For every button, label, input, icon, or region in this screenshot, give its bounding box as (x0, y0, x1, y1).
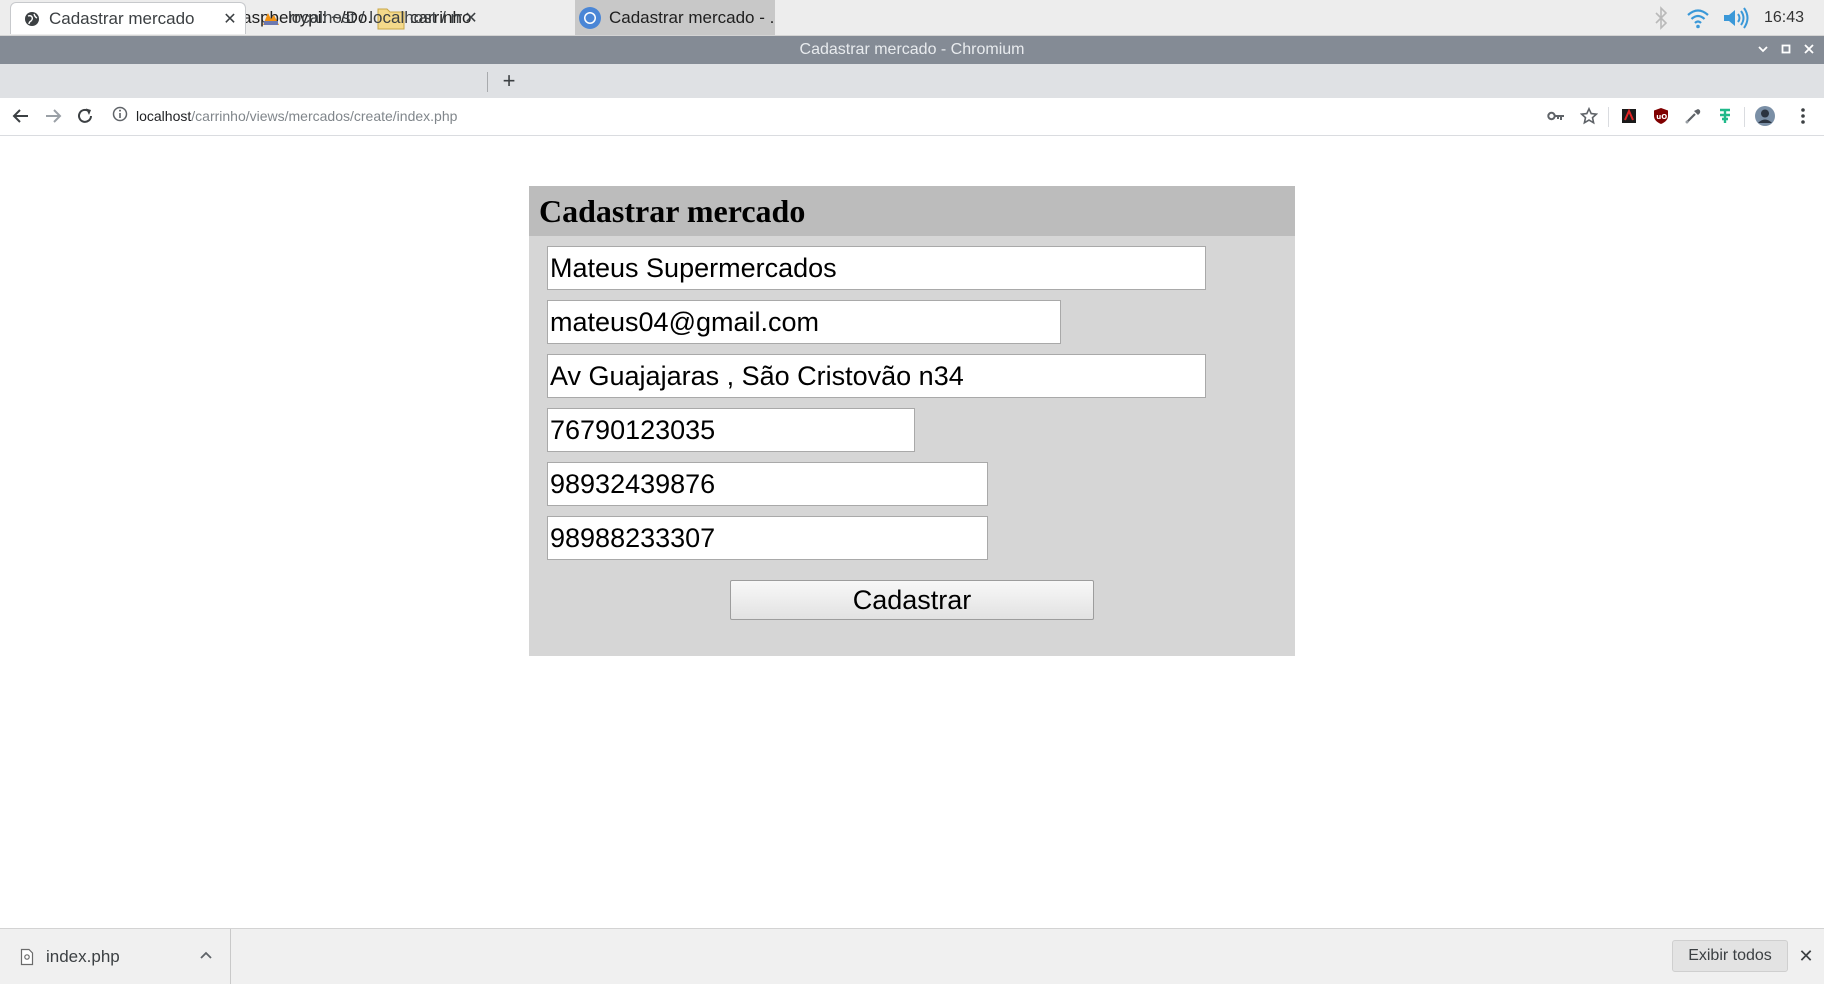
market-form-card: Cadastrar mercado Cadastrar (529, 186, 1295, 656)
site-info-icon[interactable] (112, 106, 128, 127)
cnpj-input[interactable] (547, 408, 915, 452)
tab-title: Cadastrar mercado (49, 8, 195, 28)
address-input[interactable] (547, 354, 1206, 398)
toolbar-divider (1608, 107, 1609, 127)
cadastrar-button[interactable]: Cadastrar (730, 580, 1094, 620)
close-shelf-icon[interactable]: ✕ (1796, 943, 1816, 969)
back-arrow-icon[interactable] (8, 103, 34, 129)
url-path: /carrinho/views/mercados/create/index.ph… (191, 108, 458, 124)
cellphone-input[interactable] (547, 516, 988, 560)
phone-input[interactable] (547, 462, 988, 506)
toolbar-divider (1744, 107, 1745, 127)
tab-strip (0, 64, 1824, 98)
minimize-window-icon[interactable] (1752, 36, 1774, 64)
download-item[interactable]: index.php (0, 929, 231, 984)
reload-icon[interactable] (72, 103, 98, 129)
maximize-window-icon[interactable] (1775, 36, 1797, 64)
volume-icon[interactable] (1720, 0, 1752, 35)
form-title: Cadastrar mercado (529, 186, 1295, 236)
star-icon[interactable] (1576, 103, 1602, 129)
pdf-extension-icon[interactable] (1616, 103, 1642, 129)
new-tab-button[interactable]: + (498, 64, 520, 98)
close-tab-icon[interactable]: ✕ (221, 9, 239, 29)
tab-title: localhost / localhost / m (288, 8, 462, 27)
show-all-downloads-button[interactable]: Exibir todos (1672, 940, 1788, 972)
email-input[interactable] (547, 300, 1061, 344)
bluetooth-icon[interactable] (1650, 0, 1672, 35)
address-url: localhost/carrinho/views/mercados/create… (136, 108, 457, 124)
url-host: localhost (136, 108, 192, 124)
tab-cadastrar-mercado[interactable]: Cadastrar mercado ✕ (10, 2, 246, 34)
close-window-icon[interactable] (1798, 36, 1820, 64)
key-icon[interactable] (1543, 103, 1569, 129)
profile-avatar-icon[interactable] (1752, 103, 1778, 129)
eyedropper-icon[interactable] (1680, 103, 1706, 129)
chromium-icon (575, 5, 605, 31)
taskbar-task-label: Cadastrar mercado - ... (609, 7, 775, 27)
phpmyadmin-icon (262, 9, 280, 27)
window-title: Cadastrar mercado - Chromium (799, 41, 1025, 58)
window-titlebar[interactable]: Cadastrar mercado - Chromium (0, 36, 1824, 64)
tab-phpmyadmin[interactable]: localhost / localhost / m ✕ (250, 2, 486, 34)
file-icon (20, 948, 34, 966)
chevron-up-icon[interactable] (198, 945, 214, 965)
forward-arrow-icon[interactable] (40, 103, 66, 129)
ublock-origin-icon[interactable]: uO (1648, 103, 1674, 129)
download-file-name: index.php (46, 946, 120, 966)
globe-icon (23, 10, 41, 28)
tab-divider (487, 72, 488, 92)
address-bar[interactable]: localhost/carrinho/views/mercados/create… (112, 101, 1592, 131)
taskbar-clock[interactable]: 16:43 (1764, 0, 1804, 35)
market-name-input[interactable] (547, 246, 1206, 290)
close-tab-icon[interactable]: ✕ (462, 8, 480, 28)
browser-toolbar: localhost/carrinho/views/mercados/create… (0, 98, 1824, 136)
green-extension-icon[interactable] (1712, 103, 1738, 129)
taskbar-task-chromium[interactable]: Cadastrar mercado - ... (575, 0, 775, 35)
download-shelf: index.php Exibir todos ✕ (0, 928, 1824, 984)
wifi-icon[interactable] (1684, 0, 1712, 35)
svg-text:uO: uO (1656, 113, 1667, 121)
menu-kebab-icon[interactable] (1790, 103, 1816, 129)
